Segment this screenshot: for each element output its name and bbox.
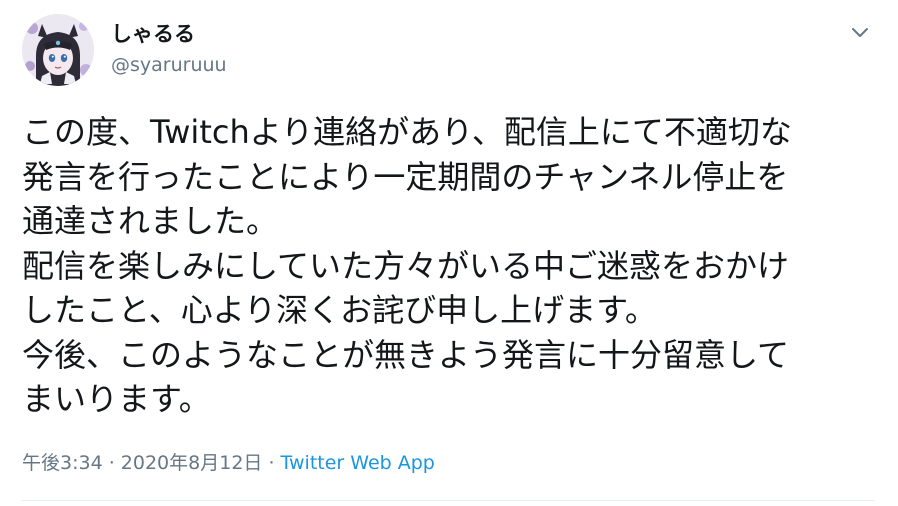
- author-handle[interactable]: @syaruruuu: [111, 52, 227, 78]
- divider: [22, 500, 874, 501]
- tweet-card: しゃるる @syaruruuu この度、Twitchより連絡があり、配信上にて不…: [0, 0, 898, 506]
- tweet-date[interactable]: 2020年8月12日: [121, 452, 263, 474]
- tweet-text-line: 今後、このようなことが無きよう発言に十分留意して: [22, 335, 790, 374]
- tweet-text-line: 発言を行ったことにより一定期間のチャンネル停止を: [22, 157, 789, 196]
- tweet-text: この度、Twitchより連絡があり、配信上にて不適切な 発言を行ったことにより一…: [22, 110, 872, 422]
- tweet-source-link[interactable]: Twitter Web App: [281, 452, 435, 474]
- tweet-text-line: したこと、心より深くお詫び申し上げます。: [22, 291, 657, 329]
- author-display-name[interactable]: しゃるる: [111, 20, 195, 48]
- tweet-meta: 午後3:34 · 2020年8月12日 · Twitter Web App: [22, 449, 435, 477]
- meta-separator: ·: [102, 452, 121, 474]
- avatar-image: [22, 14, 94, 86]
- tweet-time[interactable]: 午後3:34: [22, 452, 103, 474]
- chevron-down-icon[interactable]: [848, 20, 872, 44]
- tweet-text-line: この度、Twitchより連絡があり、配信上にて不適切な: [22, 113, 792, 151]
- tweet-text-line: 通達されました。: [22, 202, 279, 240]
- meta-separator: ·: [262, 452, 281, 474]
- avatar[interactable]: [22, 14, 94, 86]
- tweet-text-line: 配信を楽しみにしていた方々がいる中ご迷惑をおかけ: [22, 246, 790, 285]
- tweet-text-line: まいります。: [22, 380, 211, 418]
